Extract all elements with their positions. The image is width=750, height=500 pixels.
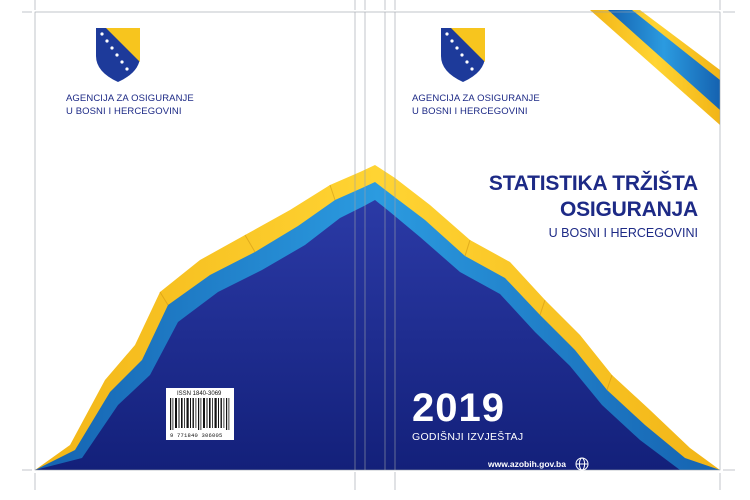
report-type: GODIŠNJI IZVJEŠTAJ bbox=[412, 431, 524, 443]
website-url: www.azobih.gov.ba bbox=[488, 459, 566, 469]
barcode-digits: 9 771840 306005 bbox=[170, 432, 223, 439]
book-cover-spread: AGENCIJA ZA OSIGURANJE U BOSNI I HERCEGO… bbox=[0, 0, 750, 500]
cover-artwork bbox=[22, 0, 735, 490]
back-agency-name-line1: AGENCIJA ZA OSIGURANJE bbox=[66, 93, 194, 104]
front-agency-name-line1: AGENCIJA ZA OSIGURANJE bbox=[412, 93, 540, 104]
report-title-line1: STATISTIKA TRŽIŠTA bbox=[488, 172, 698, 195]
issn-number: ISSN 1840-3069 bbox=[177, 391, 222, 397]
coat-of-arms-icon bbox=[96, 28, 140, 82]
back-agency-name-line2: U BOSNI I HERCEGOVINI bbox=[66, 106, 182, 117]
coat-of-arms-icon bbox=[441, 28, 485, 82]
report-year: 2019 bbox=[412, 386, 505, 430]
front-agency-name-line2: U BOSNI I HERCEGOVINI bbox=[412, 106, 528, 117]
navy-mountain bbox=[35, 200, 680, 470]
report-title-line2: OSIGURANJA bbox=[559, 198, 698, 221]
report-subtitle: U BOSNI I HERCEGOVINI bbox=[548, 226, 698, 240]
